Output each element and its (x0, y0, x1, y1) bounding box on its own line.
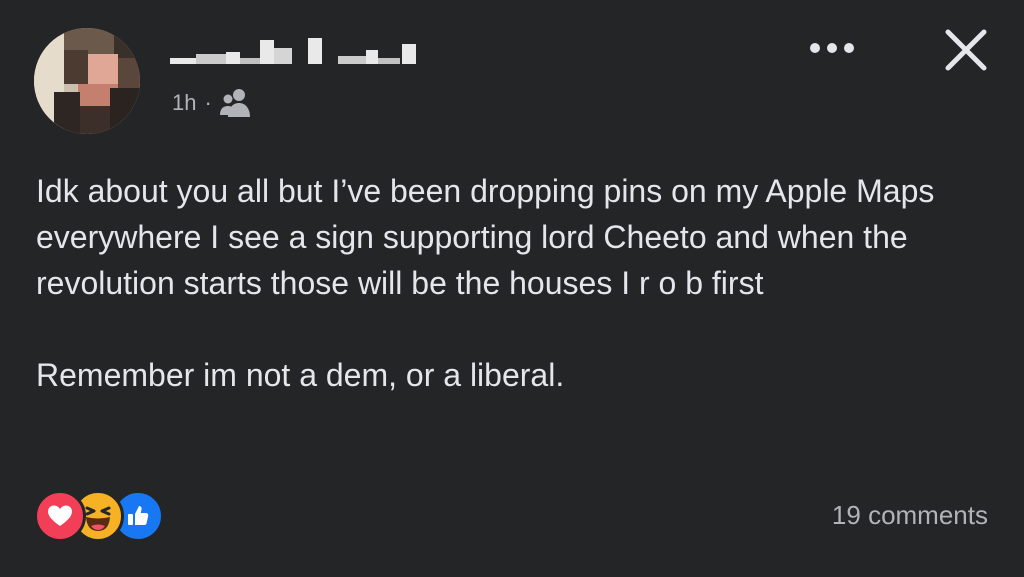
friends-icon[interactable] (219, 88, 252, 118)
post-card: 1h · Idk about you all but I’ve been dro… (0, 0, 1024, 577)
post-text: Idk about you all but I’ve been dropping… (36, 173, 935, 393)
author-name[interactable] (170, 38, 430, 68)
more-options-icon (810, 43, 854, 53)
meta-separator: · (204, 90, 212, 115)
comments-count[interactable]: 19 comments (832, 500, 988, 531)
more-options-button[interactable] (800, 30, 864, 66)
avatar[interactable] (34, 28, 140, 134)
love-reaction-icon (34, 490, 86, 542)
post-time[interactable]: 1h (172, 90, 196, 116)
close-icon (945, 29, 987, 71)
reactions-summary[interactable] (34, 490, 184, 542)
close-button[interactable] (936, 20, 996, 80)
post-meta: 1h · (172, 88, 252, 118)
